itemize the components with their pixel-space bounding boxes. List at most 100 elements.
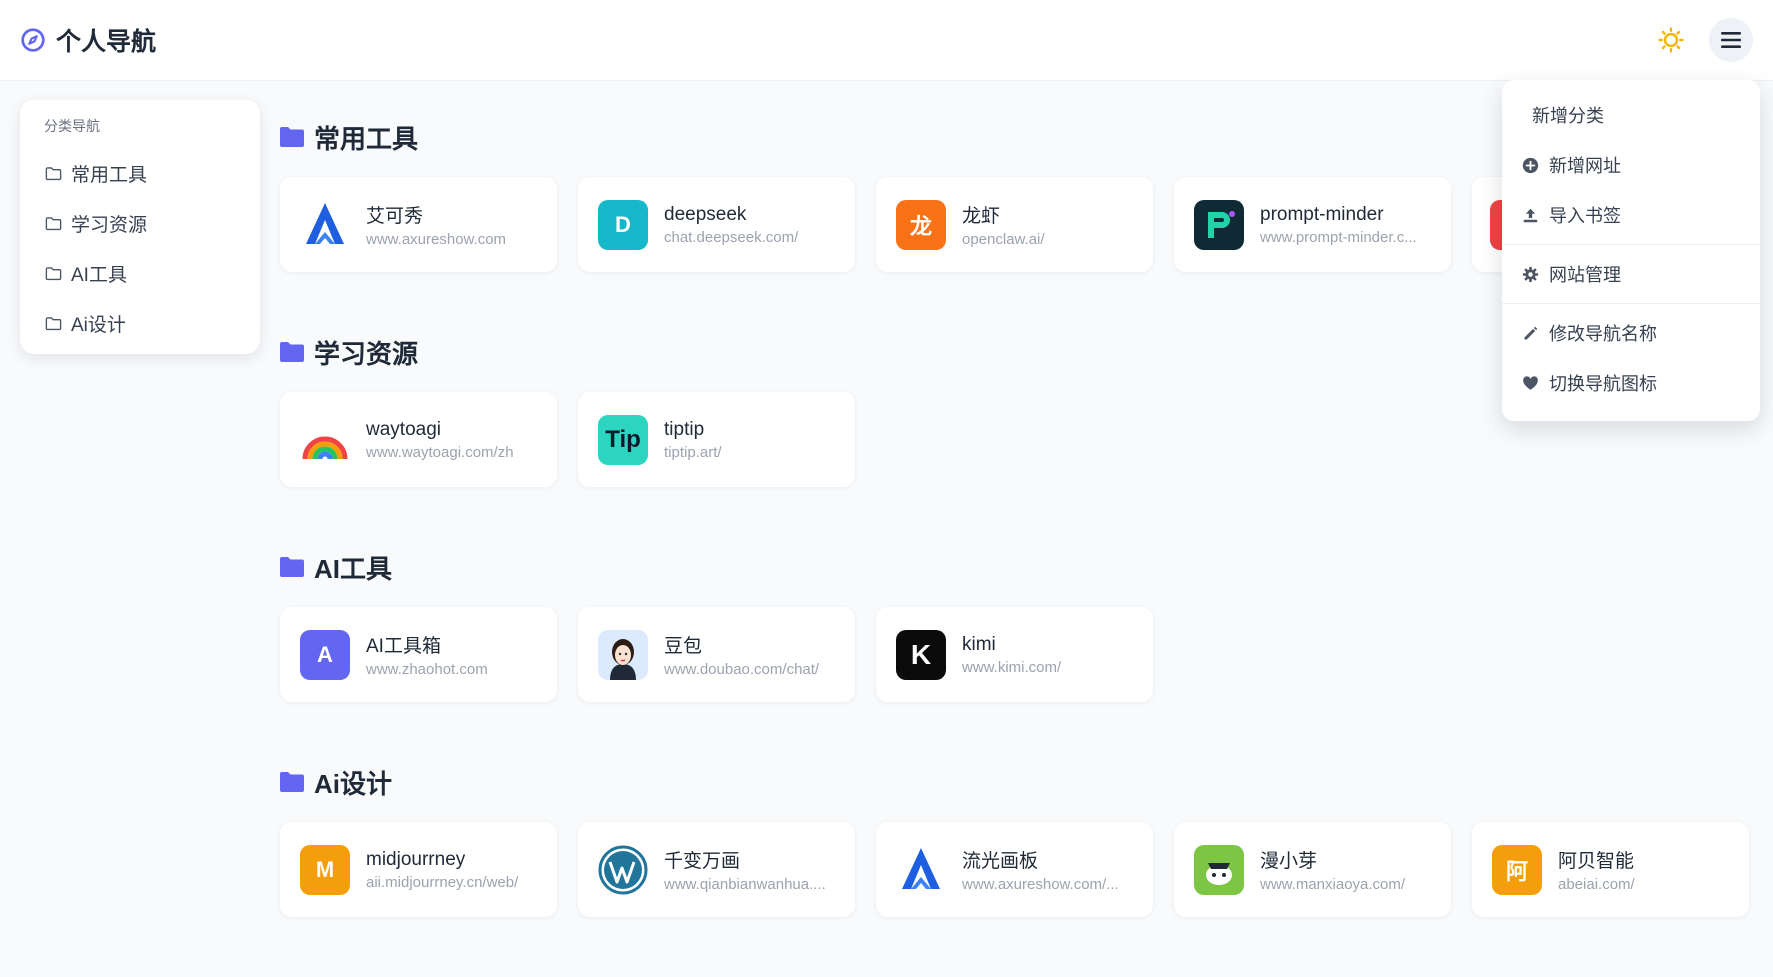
ai-toolbox-logo-icon: A	[300, 629, 350, 680]
site-name: kimi	[962, 633, 996, 655]
site-card[interactable]: 流光画板 www.axureshow.com/...	[876, 822, 1153, 917]
folder-outline-icon	[45, 266, 62, 280]
pencil-icon	[1524, 326, 1538, 339]
site-url: chat.deepseek.com/	[664, 228, 799, 246]
gear-icon	[1522, 266, 1539, 282]
site-card[interactable]: 千变万画 www.qianbianwanhua....	[578, 822, 855, 917]
sidebar-title: 分类导航	[44, 118, 100, 134]
menu-item-rename-nav[interactable]: 修改导航名称	[1502, 308, 1760, 358]
site-name: 阿贝智能	[1558, 851, 1635, 872]
doubao-avatar-icon	[598, 629, 648, 680]
section-ai-tools: AI工具 A AI工具箱 www.zhaohot.com 豆包 www.doub…	[280, 547, 1153, 702]
prompt-minder-logo-icon	[1194, 199, 1244, 250]
midjourrney-logo-icon: M	[300, 844, 350, 895]
site-card[interactable]: A AI工具箱 www.zhaohot.com	[280, 607, 557, 702]
menu-item-label: 导入书签	[1549, 206, 1621, 226]
site-card[interactable]: 漫小芽 www.manxiaoya.com/	[1174, 822, 1451, 917]
theme-toggle-button[interactable]	[1655, 24, 1687, 56]
menu-item-label: 新增网址	[1549, 156, 1621, 176]
wordpress-logo-icon	[598, 845, 648, 895]
tiptip-logo-icon: Tip	[598, 414, 648, 465]
site-card[interactable]: 阿 阿贝智能 abeiai.com/	[1472, 822, 1749, 917]
site-card[interactable]: 艾可秀 www.axureshow.com	[280, 177, 557, 272]
site-url: www.prompt-minder.c...	[1260, 228, 1417, 246]
top-header: 个人导航	[0, 0, 1773, 81]
manxiaoya-logo-icon	[1194, 844, 1244, 895]
section-common-tools: 常用工具 艾可秀 www.axureshow.com D deepseek ch…	[280, 117, 1532, 272]
site-name: 漫小芽	[1260, 851, 1318, 872]
settings-dropdown-menu: 新增分类 新增网址 导入书签 网站管理 修改导航名称 切换导航图标	[1502, 80, 1760, 421]
site-url: tiptip.art/	[664, 443, 722, 461]
site-name: waytoagi	[366, 418, 441, 440]
site-url: www.zhaohot.com	[366, 661, 488, 678]
folder-outline-icon	[45, 166, 62, 180]
section-ai-design: Ai设计 M midjourrney aii.midjourrney.cn/we…	[280, 762, 1749, 917]
site-card[interactable]: 龙 龙虾 openclaw.ai/	[876, 177, 1153, 272]
site-url: abeiai.com/	[1558, 876, 1635, 893]
menu-item-add-category[interactable]: 新增分类	[1502, 90, 1760, 140]
section-title: 常用工具	[314, 123, 419, 154]
upload-icon	[1523, 208, 1538, 222]
site-card[interactable]: D deepseek chat.deepseek.com/	[578, 177, 855, 272]
kimi-logo-icon: K	[896, 629, 946, 680]
site-name: 流光画板	[962, 851, 1039, 872]
folder-icon	[280, 342, 304, 362]
sidebar-item-label: AI工具	[71, 264, 127, 286]
site-name: prompt-minder	[1260, 203, 1384, 225]
site-name: 豆包	[664, 636, 703, 657]
abei-logo-icon: 阿	[1492, 844, 1542, 895]
longxia-logo-icon: 龙	[896, 199, 946, 250]
folder-outline-icon	[45, 216, 62, 230]
menu-item-add-url[interactable]: 新增网址	[1502, 140, 1760, 190]
plus-circle-icon	[1522, 157, 1539, 173]
site-name: 艾可秀	[366, 206, 424, 227]
site-name: AI工具箱	[366, 636, 441, 657]
axure-logo-icon	[300, 200, 350, 250]
category-sidebar: 分类导航 常用工具 学习资源 AI工具 Ai设计	[20, 100, 260, 354]
site-name: 龙虾	[962, 206, 1001, 227]
site-card[interactable]: prompt-minder www.prompt-minder.c...	[1174, 177, 1451, 272]
section-title: 学习资源	[314, 338, 419, 369]
menu-divider	[1502, 244, 1760, 245]
site-url: openclaw.ai/	[962, 231, 1045, 248]
section-learning: 学习资源 waytoagi www.waytoagi.com/zh Tip ti…	[280, 332, 855, 487]
menu-item-label: 网站管理	[1549, 265, 1621, 285]
sun-icon	[1658, 27, 1684, 53]
site-url: www.axureshow.com	[366, 231, 507, 248]
site-card[interactable]: K kimi www.kimi.com/	[876, 607, 1153, 702]
site-card[interactable]: waytoagi www.waytoagi.com/zh	[280, 392, 557, 487]
site-card[interactable]: 豆包 www.doubao.com/chat/	[578, 607, 855, 702]
section-title: Ai设计	[314, 768, 393, 799]
site-url: www.kimi.com/	[962, 658, 1062, 676]
sidebar-item-label: Ai设计	[71, 314, 126, 336]
site-url: aii.midjourrney.cn/web/	[366, 873, 519, 891]
site-url: www.qianbianwanhua....	[664, 876, 826, 893]
sidebar-item-label: 学习资源	[71, 214, 148, 236]
menu-item-switch-nav-icon[interactable]: 切换导航图标	[1502, 358, 1760, 408]
menu-item-import-bookmarks[interactable]: 导入书签	[1502, 190, 1760, 240]
site-url: www.axureshow.com/...	[962, 876, 1119, 893]
deepseek-logo-icon: D	[598, 199, 648, 250]
sidebar-item-common-tools[interactable]: 常用工具	[34, 148, 246, 198]
axure-logo-icon	[896, 845, 946, 895]
menu-item-label: 切换导航图标	[1549, 374, 1657, 394]
sidebar-item-ai-design[interactable]: Ai设计	[34, 298, 246, 348]
menu-button[interactable]	[1709, 18, 1753, 62]
site-url: www.manxiaoya.com/	[1260, 876, 1406, 893]
folder-icon	[280, 772, 304, 792]
folder-icon	[280, 557, 304, 577]
page-title: 个人导航	[56, 28, 157, 56]
site-card[interactable]: M midjourrney aii.midjourrney.cn/web/	[280, 822, 557, 917]
sidebar-item-ai-tools[interactable]: AI工具	[34, 248, 246, 298]
menu-item-site-management[interactable]: 网站管理	[1502, 249, 1760, 299]
site-url: www.doubao.com/chat/	[664, 661, 820, 678]
menu-item-label: 新增分类	[1532, 106, 1604, 126]
site-name: 千变万画	[664, 851, 741, 872]
hamburger-icon	[1721, 32, 1741, 48]
menu-divider	[1502, 303, 1760, 304]
rainbow-logo-icon	[300, 415, 350, 465]
logo[interactable]: 个人导航	[20, 22, 156, 58]
site-card[interactable]: Tip tiptip tiptip.art/	[578, 392, 855, 487]
site-url: www.waytoagi.com/zh	[366, 443, 514, 461]
sidebar-item-learning[interactable]: 学习资源	[34, 198, 246, 248]
